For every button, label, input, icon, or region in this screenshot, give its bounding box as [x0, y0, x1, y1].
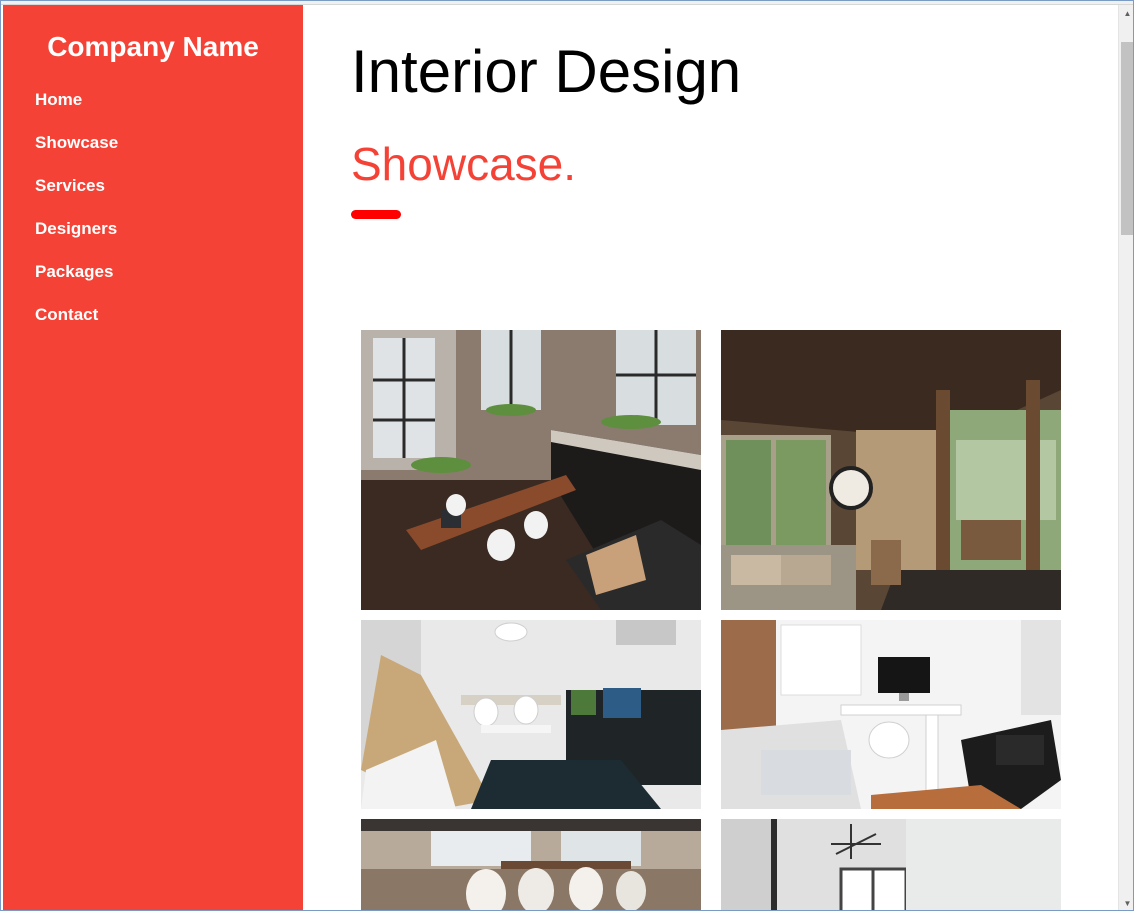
scroll-down-icon[interactable]: ▼ — [1119, 895, 1133, 910]
scroll-thumb[interactable] — [1121, 42, 1133, 235]
nav-item-services[interactable]: Services — [35, 175, 118, 218]
loft-kitchen-image — [361, 330, 701, 610]
section-heading: Showcase. — [351, 138, 577, 190]
browser-window: Company Name Home Showcase Services Desi… — [0, 0, 1134, 911]
nav-item-showcase[interactable]: Showcase — [35, 132, 118, 175]
nav-item-packages[interactable]: Packages — [35, 261, 118, 304]
modern-lounge-image — [361, 620, 701, 809]
vertical-scrollbar[interactable]: ▲ ▼ — [1118, 5, 1133, 910]
nav-item-home[interactable]: Home — [35, 89, 118, 132]
gallery-photo-loft-kitchen[interactable] — [361, 330, 701, 610]
sidebar-nav: Home Showcase Services Designers Package… — [35, 89, 118, 347]
porch-living-room-image — [721, 330, 1061, 610]
gallery-photo-modern-lounge[interactable] — [361, 620, 701, 809]
sidebar: Company Name Home Showcase Services Desi… — [3, 5, 303, 910]
nav-item-designers[interactable]: Designers — [35, 218, 118, 261]
gallery-photo-bedroom-desk[interactable] — [721, 620, 1061, 809]
company-name[interactable]: Company Name — [3, 31, 303, 63]
bedroom-desk-image — [721, 620, 1061, 809]
gallery-photo-bright-room[interactable] — [721, 819, 1061, 910]
main-content: Interior Design Showcase. — [303, 5, 1117, 910]
heading-underline — [351, 210, 401, 219]
bright-room-image — [721, 819, 1061, 910]
page-title: Interior Design — [351, 38, 742, 105]
dining-room-image — [361, 819, 701, 910]
gallery-photo-dining-room[interactable] — [361, 819, 701, 910]
nav-item-contact[interactable]: Contact — [35, 304, 118, 347]
gallery-photo-porch-living-room[interactable] — [721, 330, 1061, 610]
scroll-up-icon[interactable]: ▲ — [1119, 5, 1133, 22]
